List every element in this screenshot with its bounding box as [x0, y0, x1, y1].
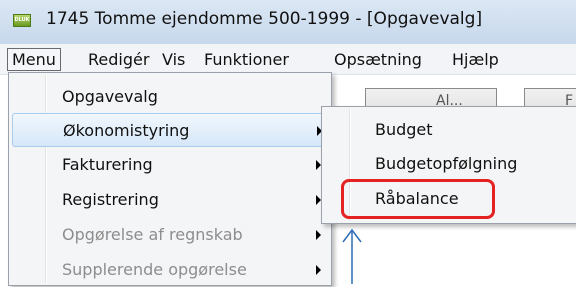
submenu-item-budget[interactable]: Budget — [325, 113, 573, 147]
menu-item-label: Økonomistyring — [63, 121, 190, 140]
menu-item-registrering[interactable]: Registrering — [12, 183, 326, 217]
menu-hjaelp[interactable]: Hjælp — [452, 49, 499, 71]
menu-item-label: Supplerende opgørelse — [62, 260, 247, 279]
menu-menu[interactable]: Menu — [7, 48, 61, 71]
menu-funktioner[interactable]: Funktioner — [204, 49, 289, 71]
submenu-arrow-icon — [316, 265, 321, 275]
menu-item-supplerende-opgorelse: Supplerende opgørelse — [12, 253, 326, 287]
menu-item-okonomistyring[interactable]: Økonomistyring — [12, 113, 326, 147]
menu-item-fakturering[interactable]: Fakturering — [12, 148, 326, 182]
menu-item-label: Opgavevalg — [62, 87, 158, 106]
menu-opsaetning[interactable]: Opsætning — [334, 49, 422, 71]
menu-rediger[interactable]: Redigér — [88, 49, 149, 71]
window-title: 1745 Tomme ejendomme 500-1999 - [Opgavev… — [46, 9, 483, 29]
menu-vis[interactable]: Vis — [162, 49, 185, 71]
submenu-item-label: Budget — [375, 120, 433, 139]
submenu-item-label: Budgetopfølgning — [375, 154, 518, 173]
highlight-callout — [341, 179, 495, 219]
menu-item-opgavevalg[interactable]: Opgavevalg — [12, 80, 326, 114]
menu-item-label: Fakturering — [62, 155, 153, 174]
menu-item-opgorelse-af-regnskab: Opgørelse af regnskab — [12, 218, 326, 252]
submenu-item-budgetopfolgning[interactable]: Budgetopfølgning — [325, 147, 573, 181]
title-bar: DLUK 1745 Tomme ejendomme 500-1999 - [Op… — [0, 0, 576, 44]
menu-item-label: Opgørelse af regnskab — [62, 225, 243, 244]
menu-item-label: Registrering — [62, 190, 159, 209]
app-logo-icon: DLUK — [13, 14, 31, 27]
menu-dropdown: Opgavevalg Økonomistyring Fakturering Re… — [8, 72, 332, 286]
submenu-arrow-icon — [316, 230, 321, 240]
menu-bar: Menu Redigér Vis Funktioner Opsætning Hj… — [0, 44, 576, 75]
annotation-arrow-icon — [342, 228, 362, 284]
